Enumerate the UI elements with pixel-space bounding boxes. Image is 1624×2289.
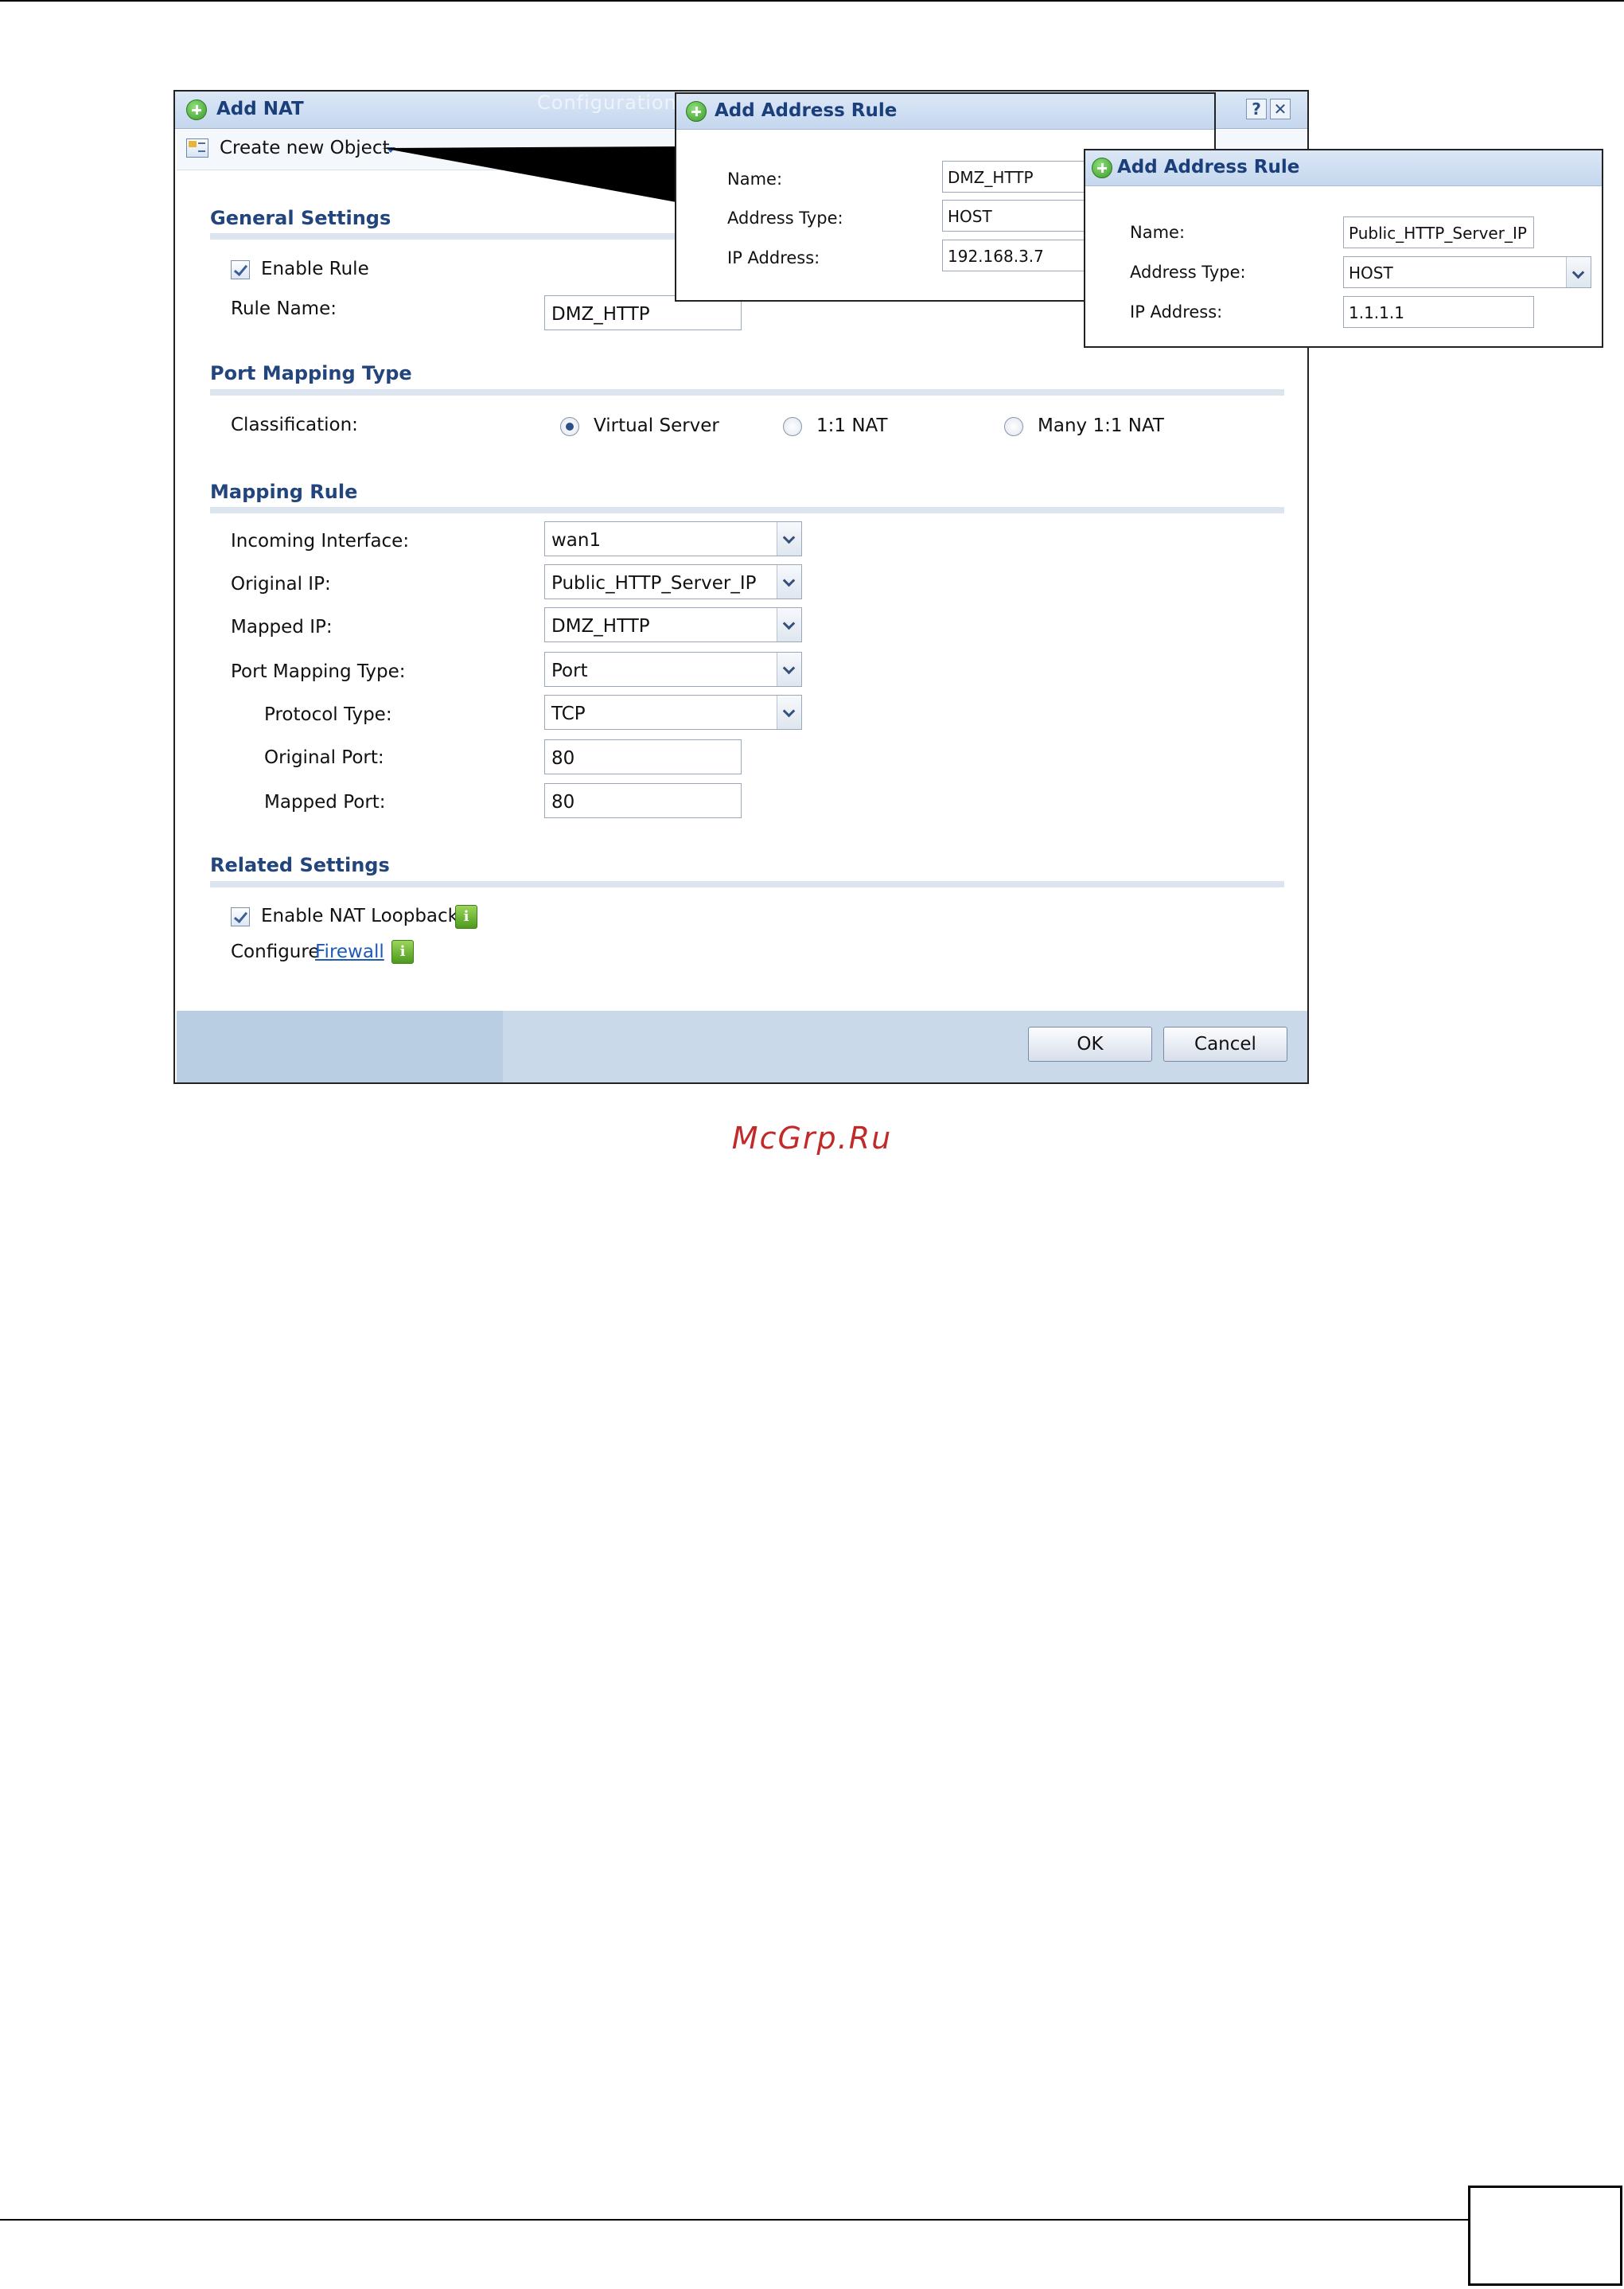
- add-icon: [1092, 158, 1112, 178]
- enable-rule-label: Enable Rule: [261, 259, 369, 279]
- popup-header: Add Address Rule: [676, 94, 1214, 130]
- address-type-select[interactable]: HOST: [1343, 256, 1591, 288]
- add-icon: [686, 101, 707, 122]
- name-label: Name:: [1130, 223, 1186, 242]
- classification-label: Classification:: [231, 415, 358, 435]
- virtual-server-label: Virtual Server: [594, 415, 719, 436]
- chevron-down-icon[interactable]: [1566, 257, 1591, 287]
- mapped-port-input[interactable]: 80: [544, 783, 742, 818]
- virtual-server-radio[interactable]: [560, 417, 579, 436]
- port-mapping-type-label: Port Mapping Type:: [231, 661, 406, 682]
- background-tab-text: Configuration: [537, 92, 677, 114]
- one-to-one-nat-label: 1:1 NAT: [816, 415, 888, 436]
- callout-pointer: [382, 146, 676, 202]
- chevron-down-icon[interactable]: [777, 565, 801, 599]
- section-divider: [210, 881, 1284, 887]
- firewall-link[interactable]: Firewall: [315, 942, 384, 962]
- section-divider: [210, 507, 1284, 513]
- address-type-label: Address Type:: [1130, 263, 1246, 282]
- rule-name-label: Rule Name:: [231, 298, 337, 319]
- watermark: McGrp.Ru: [731, 1121, 893, 1156]
- general-settings-title: General Settings: [210, 207, 391, 229]
- protocol-type-value: TCP: [551, 704, 586, 724]
- one-to-one-nat-radio[interactable]: [783, 417, 802, 436]
- original-ip-value: Public_HTTP_Server_IP: [551, 573, 757, 594]
- chevron-down-icon[interactable]: [777, 522, 801, 556]
- page-top-rule: [0, 0, 1624, 2]
- ip-address-label: IP Address:: [1130, 302, 1223, 322]
- protocol-type-label: Protocol Type:: [264, 704, 392, 725]
- page-bottom-rule: [0, 2219, 1468, 2221]
- create-new-object-menu[interactable]: Create new Object: [220, 138, 390, 158]
- original-port-label: Original Port:: [264, 747, 384, 768]
- add-icon: [186, 99, 207, 120]
- footer-shade: [177, 1011, 503, 1082]
- ip-address-input[interactable]: 1.1.1.1: [1343, 296, 1534, 328]
- info-icon[interactable]: i: [391, 940, 414, 964]
- popup-header: Add Address Rule: [1085, 150, 1602, 186]
- mapped-port-label: Mapped Port:: [264, 792, 386, 813]
- mapping-rule-title: Mapping Rule: [210, 481, 358, 503]
- original-ip-select[interactable]: Public_HTTP_Server_IP: [544, 564, 802, 599]
- page-number-box: [1468, 2186, 1622, 2286]
- info-icon[interactable]: i: [455, 905, 477, 929]
- mapped-ip-value: DMZ_HTTP: [551, 616, 650, 637]
- protocol-type-select[interactable]: TCP: [544, 695, 802, 730]
- add-address-rule-dialog: Add Address Rule Name: Public_HTTP_Serve…: [1084, 149, 1603, 348]
- enable-nat-loopback-checkbox[interactable]: [231, 907, 250, 926]
- dialog-footer: OK Cancel: [177, 1011, 1307, 1082]
- address-type-label: Address Type:: [727, 209, 843, 228]
- section-divider: [210, 389, 1284, 396]
- name-input[interactable]: Public_HTTP_Server_IP: [1343, 216, 1534, 248]
- popup-title: Add Address Rule: [715, 100, 898, 121]
- ip-address-label: IP Address:: [727, 248, 820, 267]
- object-icon: [186, 138, 208, 158]
- cancel-button[interactable]: Cancel: [1163, 1027, 1287, 1062]
- close-button[interactable]: ✕: [1270, 99, 1291, 119]
- mapped-ip-label: Mapped IP:: [231, 617, 333, 638]
- mapped-ip-select[interactable]: DMZ_HTTP: [544, 607, 802, 642]
- name-label: Name:: [727, 170, 783, 189]
- incoming-interface-select[interactable]: wan1: [544, 521, 802, 556]
- original-port-input[interactable]: 80: [544, 739, 742, 774]
- incoming-interface-label: Incoming Interface:: [231, 531, 410, 552]
- dialog-title: Add NAT: [216, 99, 304, 119]
- port-mapping-type-select[interactable]: Port: [544, 652, 802, 687]
- port-mapping-type-title: Port Mapping Type: [210, 362, 412, 384]
- related-settings-title: Related Settings: [210, 854, 390, 876]
- many-one-to-one-nat-label: Many 1:1 NAT: [1038, 415, 1164, 436]
- popup-title: Add Address Rule: [1117, 157, 1300, 177]
- incoming-interface-value: wan1: [551, 530, 602, 551]
- enable-nat-loopback-label: Enable NAT Loopback: [261, 906, 458, 926]
- chevron-down-icon[interactable]: [777, 653, 801, 686]
- chevron-down-icon[interactable]: [777, 696, 801, 729]
- enable-rule-checkbox[interactable]: [231, 260, 250, 279]
- many-one-to-one-nat-radio[interactable]: [1004, 417, 1023, 436]
- help-button[interactable]: ?: [1246, 99, 1267, 119]
- port-mapping-type-value: Port: [551, 661, 588, 681]
- address-type-value: HOST: [1349, 263, 1393, 283]
- original-ip-label: Original IP:: [231, 574, 331, 595]
- chevron-down-icon[interactable]: [777, 608, 801, 641]
- ok-button[interactable]: OK: [1028, 1027, 1152, 1062]
- configure-label: Configure: [231, 942, 320, 962]
